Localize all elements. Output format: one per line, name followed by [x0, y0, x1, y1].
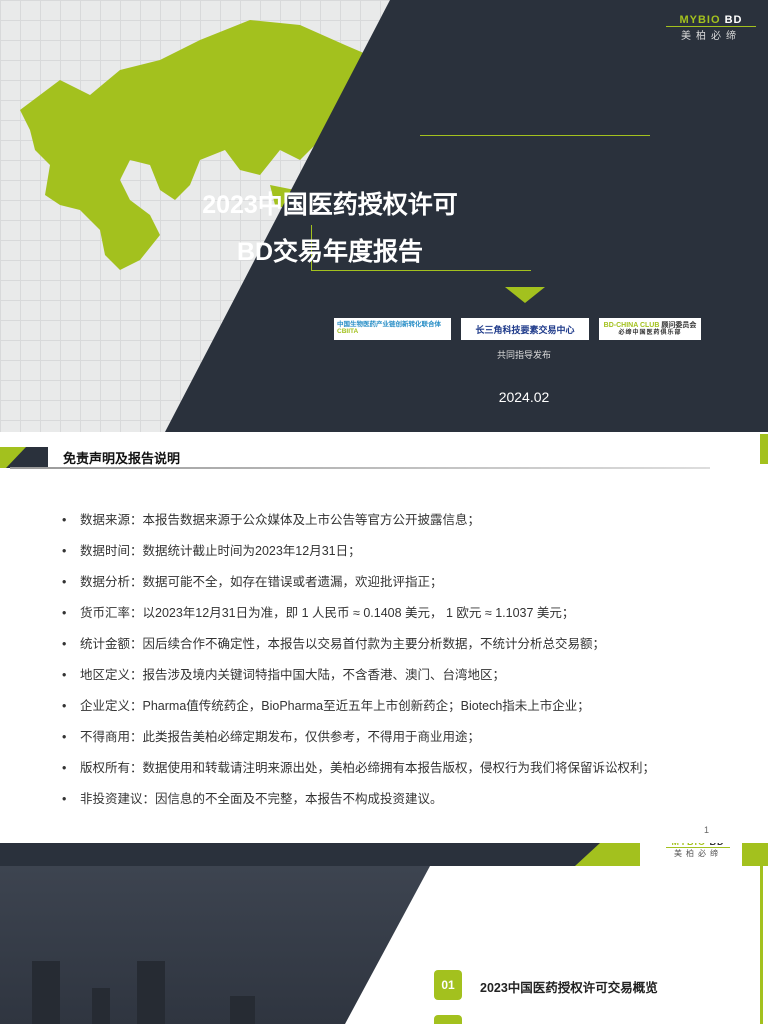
- disclaimer-text: 不得商用：此类报告美柏必缔定期发布，仅供参考，不得用于商业用途；: [80, 730, 481, 744]
- report-title-line1: 2023中国医药授权许可: [202, 191, 458, 219]
- disclaimer-item: • 不得商用：此类报告美柏必缔定期发布，仅供参考，不得用于商业用途；: [62, 726, 480, 745]
- toc-item-overview[interactable]: 2023中国医药授权许可交易概览: [480, 977, 658, 996]
- section-heading: 免责声明及报告说明: [63, 451, 181, 466]
- disclaimer-slide: 免责声明及报告说明 • 数据来源：本报告数据来源于公众媒体及上市公告等官方公开披露…: [0, 432, 768, 843]
- logo-cn: 美柏必缔: [666, 26, 756, 42]
- bullet-icon: •: [62, 606, 67, 620]
- disclaimer-item: • 数据分析：数据可能不全，如存在错误或者遗漏，欢迎批评指正；: [62, 571, 443, 590]
- disclaimer-item: • 货币汇率：以2023年12月31日为准，即 1 人民币 ≈ 0.1408 美元…: [62, 602, 574, 621]
- bullet-icon: •: [62, 575, 67, 589]
- toc-number-badge-2: [434, 1015, 462, 1024]
- bullet-icon: •: [62, 513, 67, 527]
- bullet-icon: •: [62, 699, 67, 713]
- bullet-icon: •: [62, 730, 67, 744]
- disclaimer-item: • 非投资建议：因信息的不全面及不完整，本报告不构成投资建议。: [62, 788, 443, 807]
- toc-slide: MYBIO BD 美柏必缔 01 2023中国医药授权许可交易概览: [0, 843, 768, 1024]
- heading-underline: [10, 467, 710, 469]
- partner-name: 长三角科技要素交易中心: [475, 324, 575, 335]
- bullet-icon: •: [62, 761, 67, 775]
- disclaimer-text: 数据来源：本报告数据来源于公众媒体及上市公告等官方公开披露信息；: [80, 513, 481, 527]
- brand-logo: MYBIO BD 美柏必缔: [666, 14, 756, 42]
- partner-sub: 必缔中国医药俱乐部: [618, 329, 682, 336]
- bullet-icon: •: [62, 637, 67, 651]
- bullet-icon: •: [62, 668, 67, 682]
- disclaimer-item: • 地区定义：报告涉及境内关键词特指中国大陆，不含香港、澳门、台湾地区；: [62, 664, 505, 683]
- disclaimer-text: 版权所有：数据使用和转载请注明来源出处，美柏必缔拥有本报告版权，侵权行为我们将保…: [80, 761, 656, 775]
- disclaimer-text: 企业定义：Pharma值传统药企，BioPharma至近五年上市创新药企；Bio…: [80, 699, 590, 713]
- disclaimer-text: 数据分析：数据可能不全，如存在错误或者遗漏，欢迎批评指正；: [80, 575, 443, 589]
- disclaimer-item: • 统计金额：因后续合作不确定性，本报告以交易首付款为主要分析数据，不统计分析总交…: [62, 633, 605, 652]
- logo-cn: 美柏必缔: [666, 847, 730, 859]
- partner-logo-bdchina: BD-CHINA CLUB 顾问委员会 必缔中国医药俱乐部: [599, 318, 701, 340]
- disclaimer-text: 货币汇率：以2023年12月31日为准，即 1 人民币 ≈ 0.1408 美元，…: [80, 606, 575, 620]
- top-band: [0, 843, 620, 866]
- partner-extra: 顾问委员会: [661, 322, 697, 330]
- disclaimer-item: • 数据时间：数据统计截止时间为2023年12月31日；: [62, 540, 361, 559]
- page-number: 1: [704, 825, 710, 835]
- toc-number-badge: 01: [434, 970, 462, 1000]
- partner-abbr: CBIITA: [337, 328, 359, 335]
- logo-suffix: BD: [710, 843, 725, 847]
- accent-bar: [760, 434, 768, 464]
- disclaimer-text: 数据时间：数据统计截止时间为2023年12月31日；: [80, 544, 361, 558]
- logo-latin: MYBIO: [679, 14, 721, 26]
- report-title-line2: BD交易年度报告: [236, 238, 424, 266]
- bullet-icon: •: [62, 792, 67, 806]
- disclaimer-item: • 版权所有：数据使用和转载请注明来源出处，美柏必缔拥有本报告版权，侵权行为我们将…: [62, 757, 655, 776]
- logo-suffix: BD: [724, 14, 743, 26]
- brand-logo-small: MYBIO BD 美柏必缔: [666, 843, 730, 859]
- right-accent-line: [760, 866, 763, 1024]
- partner-logo-yangtze: 长三角科技要素交易中心: [461, 318, 589, 340]
- partner-name: BD-CHINA CLUB: [603, 322, 660, 330]
- corner-accent: [742, 843, 768, 866]
- disclaimer-item: • 企业定义：Pharma值传统药企，BioPharma至近五年上市创新药企；Bi…: [62, 695, 590, 714]
- co-published-label: 共同指导发布: [496, 350, 551, 360]
- disclaimer-text: 地区定义：报告涉及境内关键词特指中国大陆，不含香港、澳门、台湾地区；: [80, 668, 506, 682]
- partner-logo-cbiita: 中国生物医药产业链创新转化联合体 CBIITA: [334, 318, 451, 340]
- bullet-icon: •: [62, 544, 67, 558]
- disclaimer-text: 非投资建议：因信息的不全面及不完整，本报告不构成投资建议。: [80, 792, 443, 806]
- frame-line-top: [420, 135, 650, 136]
- logo-latin: MYBIO: [671, 843, 706, 847]
- report-date: 2024.02: [498, 389, 550, 405]
- city-skyline-image: [0, 866, 430, 1024]
- cover-slide: MYBIO BD 美柏必缔 2023中国医药授权许可 BD交易年度报告 中国生物…: [0, 0, 768, 432]
- disclaimer-item: • 数据来源：本报告数据来源于公众媒体及上市公告等官方公开披露信息；: [62, 509, 480, 528]
- frame-line-bottom: [311, 270, 531, 271]
- triangle-marker: [505, 287, 545, 303]
- disclaimer-text: 统计金额：因后续合作不确定性，本报告以交易首付款为主要分析数据，不统计分析总交易…: [80, 637, 606, 651]
